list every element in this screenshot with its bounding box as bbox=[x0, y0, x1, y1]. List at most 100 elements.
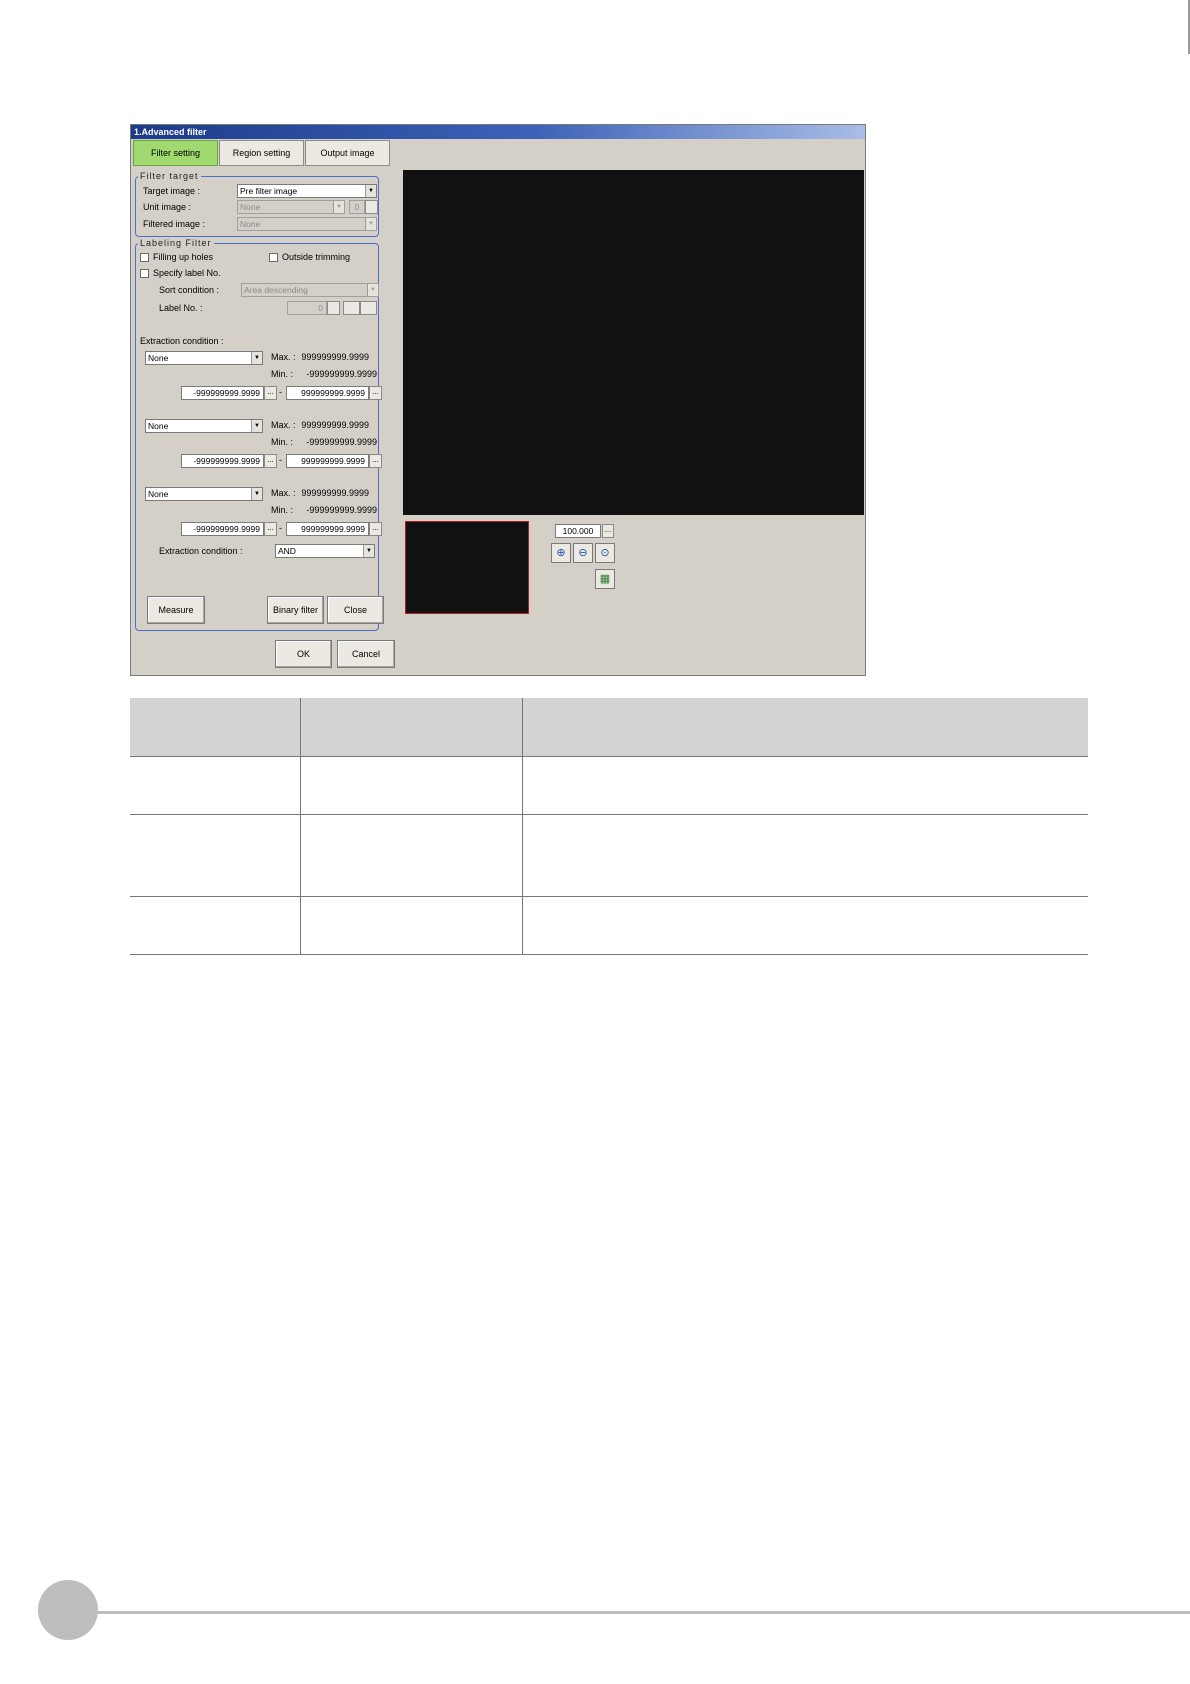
chevron-down-icon[interactable]: ▼ bbox=[251, 420, 262, 432]
table-row bbox=[130, 896, 1088, 955]
condition-2-upper-ellipsis-button[interactable]: ... bbox=[369, 454, 382, 468]
description-table bbox=[130, 698, 1088, 955]
condition-3-lower-input[interactable]: -999999999.9999 bbox=[181, 522, 264, 536]
condition-3-upper-input[interactable]: 999999999.9999 bbox=[286, 522, 369, 536]
chevron-down-icon[interactable]: ▼ bbox=[251, 352, 262, 364]
condition-2-max-value: 999999999.9999 bbox=[301, 420, 369, 430]
condition-2-item-select[interactable]: None ▼ bbox=[145, 419, 263, 433]
condition-1-item-select[interactable]: None ▼ bbox=[145, 351, 263, 365]
condition-3-min-label: Min. : bbox=[271, 505, 294, 515]
extraction-logic-value: AND bbox=[278, 546, 296, 556]
settings-pane: Filter target Target image : Pre filter … bbox=[133, 166, 397, 674]
extraction-condition-heading: Extraction condition : bbox=[140, 336, 224, 346]
extraction-logic-select[interactable]: AND ▼ bbox=[275, 544, 375, 558]
filtered-image-select: None ▼ bbox=[237, 217, 377, 231]
labeling-filter-group: Labeling Filter bbox=[135, 239, 379, 631]
tab-bar: Filter setting Region setting Output ima… bbox=[133, 140, 391, 166]
cancel-button[interactable]: Cancel bbox=[337, 640, 395, 668]
condition-1-range-dash: - bbox=[279, 387, 282, 397]
chevron-down-icon[interactable]: ▼ bbox=[363, 545, 374, 557]
condition-1-upper-ellipsis-button[interactable]: ... bbox=[369, 386, 382, 400]
extraction-logic-label: Extraction condition : bbox=[159, 546, 243, 556]
table-header-cell bbox=[521, 698, 1088, 757]
condition-2-range-dash: - bbox=[279, 455, 282, 465]
condition-3-lower-ellipsis-button[interactable]: ... bbox=[264, 522, 277, 536]
condition-2-lower-ellipsis-button[interactable]: ... bbox=[264, 454, 277, 468]
table-row bbox=[130, 814, 1088, 897]
page-number-circle bbox=[38, 1580, 98, 1640]
thumbnail-view[interactable] bbox=[405, 521, 529, 614]
condition-3-max-value: 999999999.9999 bbox=[301, 488, 369, 498]
table-header-row bbox=[130, 698, 1088, 757]
measure-button[interactable]: Measure bbox=[147, 596, 205, 624]
table-cell bbox=[130, 896, 300, 955]
unit-image-label: Unit image : bbox=[143, 202, 192, 212]
target-image-value: Pre filter image bbox=[240, 186, 298, 196]
outside-trimming-checkbox[interactable] bbox=[269, 253, 278, 262]
filtered-image-label: Filtered image : bbox=[143, 219, 206, 229]
chevron-down-icon[interactable]: ▼ bbox=[251, 488, 262, 500]
outside-trimming-label: Outside trimming bbox=[282, 252, 351, 262]
advanced-filter-dialog: 1.Advanced filter Filter setting Region … bbox=[130, 124, 866, 676]
target-image-label: Target image : bbox=[143, 186, 201, 196]
condition-3-item-value: None bbox=[148, 489, 169, 499]
binary-filter-button[interactable]: Binary filter bbox=[267, 596, 324, 624]
sort-condition-label: Sort condition : bbox=[159, 285, 220, 295]
zoom-ratio-input[interactable]: 100.000 bbox=[555, 524, 601, 538]
table-cell bbox=[299, 896, 522, 955]
condition-3-range-dash: - bbox=[279, 523, 282, 533]
specify-label-no-checkbox[interactable] bbox=[140, 269, 149, 278]
condition-2-lower-input[interactable]: -999999999.9999 bbox=[181, 454, 264, 468]
sort-condition-value: Area descending bbox=[244, 285, 308, 295]
close-button[interactable]: Close bbox=[327, 596, 384, 624]
table-header-cell bbox=[130, 698, 300, 757]
tab-region-setting[interactable]: Region setting bbox=[219, 140, 304, 166]
chevron-down-icon[interactable]: ▼ bbox=[365, 185, 376, 197]
chevron-down-icon: ▼ bbox=[367, 284, 378, 296]
table-cell bbox=[521, 896, 1088, 955]
label-no-spin-down bbox=[360, 301, 377, 315]
unit-image-value: None bbox=[240, 202, 261, 212]
condition-1-min-label: Min. : bbox=[271, 369, 294, 379]
filling-up-holes-label: Filling up holes bbox=[153, 252, 214, 262]
condition-1-lower-input[interactable]: -999999999.9999 bbox=[181, 386, 264, 400]
condition-2-item-value: None bbox=[148, 421, 169, 431]
label-no-ellipsis bbox=[327, 301, 340, 315]
zoom-fit-icon[interactable]: ⊙ bbox=[595, 543, 615, 563]
specify-label-no-label: Specify label No. bbox=[153, 268, 221, 278]
condition-2-upper-input[interactable]: 999999999.9999 bbox=[286, 454, 369, 468]
condition-1-max-value: 999999999.9999 bbox=[301, 352, 369, 362]
ok-button[interactable]: OK bbox=[275, 640, 332, 668]
unit-image-spin bbox=[365, 200, 378, 214]
zoom-ratio-ellipsis-button[interactable]: ... bbox=[602, 524, 614, 538]
condition-1-lower-ellipsis-button[interactable]: ... bbox=[264, 386, 277, 400]
condition-3-item-select[interactable]: None ▼ bbox=[145, 487, 263, 501]
sort-condition-select: Area descending ▼ bbox=[241, 283, 379, 297]
zoom-in-icon[interactable]: ⊕ bbox=[551, 543, 571, 563]
table-header-cell bbox=[299, 698, 522, 757]
table-cell bbox=[130, 814, 300, 897]
table-row bbox=[130, 756, 1088, 815]
zoom-out-icon[interactable]: ⊖ bbox=[573, 543, 593, 563]
unit-image-index: 0 bbox=[349, 200, 365, 214]
label-no-spin-up bbox=[343, 301, 360, 315]
table-cell bbox=[521, 814, 1088, 897]
table-cell bbox=[299, 756, 522, 815]
filling-up-holes-checkbox[interactable] bbox=[140, 253, 149, 262]
table-cell bbox=[299, 814, 522, 897]
footer-rule bbox=[98, 1611, 1190, 1614]
label-no-label: Label No. : bbox=[159, 303, 203, 313]
condition-3-upper-ellipsis-button[interactable]: ... bbox=[369, 522, 382, 536]
labeling-filter-legend: Labeling Filter bbox=[140, 238, 212, 248]
filtered-image-value: None bbox=[240, 219, 261, 229]
chevron-down-icon: ▼ bbox=[333, 201, 344, 213]
tab-filter-setting[interactable]: Filter setting bbox=[133, 140, 218, 166]
condition-2-min-label: Min. : bbox=[271, 437, 294, 447]
condition-1-upper-input[interactable]: 999999999.9999 bbox=[286, 386, 369, 400]
condition-3-min-value: -999999999.9999 bbox=[306, 505, 377, 515]
main-image-view[interactable] bbox=[403, 170, 864, 515]
dialog-title: 1.Advanced filter bbox=[131, 125, 865, 139]
tab-output-image[interactable]: Output image bbox=[305, 140, 390, 166]
display-switch-icon[interactable]: ▦ bbox=[595, 569, 615, 589]
target-image-select[interactable]: Pre filter image ▼ bbox=[237, 184, 377, 198]
